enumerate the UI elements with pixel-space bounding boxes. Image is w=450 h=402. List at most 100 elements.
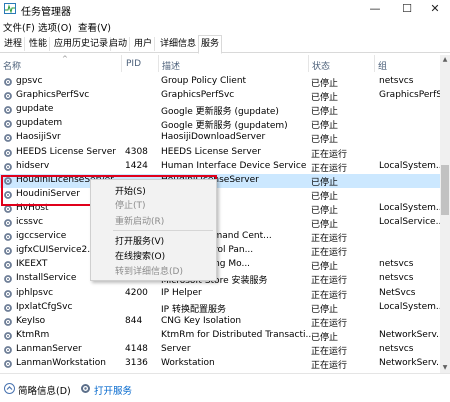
service-description: HEEDS License Server <box>161 146 261 157</box>
minimize-button[interactable]: — <box>360 0 390 18</box>
scrollbar-thumb[interactable] <box>441 165 449 215</box>
menu-item-open-services[interactable]: 打开服务(V) <box>115 234 164 247</box>
service-status: 已停止 <box>311 177 339 188</box>
column-divider[interactable] <box>121 55 122 72</box>
service-gear-icon <box>4 78 12 86</box>
service-name: hidserv <box>16 160 50 171</box>
header-pid[interactable]: PID <box>126 59 141 69</box>
service-status: 已停止 <box>311 332 339 343</box>
menu-item-start[interactable]: 开始(S) <box>115 184 146 197</box>
header-group[interactable]: 组 <box>378 59 387 72</box>
service-group: NetworkServ... <box>379 358 440 368</box>
service-row[interactable]: gupdate Google 更新服务 (gupdate) 已停止 <box>0 103 440 117</box>
sort-caret-icon: ^ <box>62 55 68 63</box>
tab-users[interactable]: 用户 <box>132 37 156 51</box>
service-description: IP 转换配置服务 <box>161 304 226 315</box>
tab-startup[interactable]: 启动 <box>107 37 131 51</box>
tab-processes[interactable]: 进程 <box>2 37 26 51</box>
service-status: 已停止 <box>311 262 339 273</box>
column-divider[interactable] <box>158 55 159 72</box>
close-button[interactable]: ✕ <box>420 0 450 18</box>
service-gear-icon <box>4 303 12 312</box>
menu-separator <box>113 230 213 231</box>
service-pid: 1424 <box>125 160 148 171</box>
service-gear-icon <box>4 120 12 129</box>
service-gear-icon <box>4 92 12 100</box>
service-group: LocalSystem... <box>379 301 440 312</box>
service-row[interactable]: InstallService9304Microsoft Store 安装服务正在… <box>0 272 440 286</box>
service-group: NetworkServ... <box>379 329 440 340</box>
service-row[interactable]: iphlpsvc 4200 IP Helper 正在运行 NetSvcs <box>0 287 440 301</box>
service-gear-icon <box>4 148 12 157</box>
service-gear-icon <box>4 106 12 115</box>
service-name: IpxlatCfgSvc <box>16 301 73 312</box>
service-status: 已停止 <box>311 107 339 118</box>
scroll-up-icon[interactable]: ▲ <box>440 55 450 65</box>
service-row[interactable]: KtmRm KtmRm for Distributed Transacti... 已… <box>0 329 440 343</box>
service-row[interactable]: HaosijiSvr HaosijiDownloadServer 已停止 <box>0 131 440 145</box>
service-row[interactable]: IKEEXTP IPsec Keying Mo...已停止netsvcs <box>0 258 440 272</box>
service-name: gupdate <box>16 104 54 115</box>
fewer-details-button[interactable]: 简略信息(D) <box>18 383 71 397</box>
service-group: LocalSystem... <box>379 160 440 171</box>
service-group: netsvcs <box>379 76 414 86</box>
tab-performance[interactable]: 性能 <box>27 37 51 51</box>
service-row[interactable]: HEEDS License Server 4308 HEEDS License Se… <box>0 146 440 160</box>
service-row[interactable]: hidserv 1424 Human Interface Device Servic… <box>0 160 440 174</box>
column-divider[interactable] <box>308 55 309 72</box>
service-row[interactable]: igccserviceaphics Command Cent...正在运行 <box>0 230 440 244</box>
services-gear-icon <box>81 384 90 393</box>
service-gear-icon <box>4 261 12 270</box>
column-header-row: ^ 名称 PID 描述 状态 组 <box>0 55 440 73</box>
service-status: 已停止 <box>311 93 339 104</box>
service-row[interactable]: gupdatem Google 更新服务 (gupdatem) 已停止 <box>0 117 440 131</box>
service-group: netsvcs <box>379 273 414 284</box>
menu-bar: 文件(F) 选项(O) 查看(V) <box>0 18 450 35</box>
menu-file[interactable]: 文件(F) <box>3 20 35 34</box>
service-row[interactable]: igfxCUIService2.0.0.0aphics Control Pan.… <box>0 244 440 258</box>
service-row[interactable]: GraphicsPerfSvc GraphicsPerfSvc 已停止 Graphic… <box>0 89 440 103</box>
service-status: 已停止 <box>311 304 339 315</box>
service-pid: 4308 <box>125 146 148 157</box>
service-row[interactable]: icssvc动热点服务已停止LocalService... <box>0 216 440 230</box>
tab-services[interactable]: 服务 <box>198 35 223 54</box>
service-gear-icon <box>4 247 12 256</box>
column-divider[interactable] <box>374 55 375 72</box>
vertical-scrollbar[interactable]: ▲ ▼ <box>440 55 450 373</box>
service-status: 正在运行 <box>311 361 348 371</box>
menu-view[interactable]: 查看(V) <box>78 20 111 34</box>
title-bar: 任务管理器 — ☐ ✕ <box>0 0 450 18</box>
service-row[interactable]: gpsvc Group Policy Client 已停止 netsvcs <box>0 75 440 89</box>
service-description: Human Interface Device Service <box>161 160 307 171</box>
scroll-down-icon[interactable]: ▼ <box>440 363 450 373</box>
service-description: GraphicsPerfSvc <box>161 90 235 101</box>
menu-item-search-online[interactable]: 在线搜索(O) <box>115 249 165 262</box>
service-status: 正在运行 <box>311 149 348 160</box>
open-services-link[interactable]: 打开服务 <box>94 383 132 397</box>
service-name: LanmanWorkstation <box>16 358 106 368</box>
service-group: GraphicsPerfSvc <box>379 90 440 101</box>
service-pid: 4200 <box>125 287 148 298</box>
service-group: netsvcs <box>379 343 414 354</box>
service-gear-icon <box>4 345 12 354</box>
service-row[interactable]: KeyIso 844 CNG Key Isolation 正在运行 <box>0 315 440 329</box>
service-row[interactable]: LanmanWorkstation 3136 Workstation 正在运行 Netw… <box>0 357 440 371</box>
tab-bar: 进程 性能 应用历史记录 启动 用户 详细信息 服务 <box>0 35 450 54</box>
menu-item-go-to-details: 转到详细信息(D) <box>115 267 183 277</box>
service-group: LocalSystem... <box>379 202 440 213</box>
tab-app-history[interactable]: 应用历史记录 <box>52 37 112 51</box>
service-gear-icon <box>4 289 12 298</box>
service-name: KtmRm <box>16 329 50 340</box>
service-row[interactable]: IpxlatCfgSvc IP 转换配置服务 已停止 LocalSystem... <box>0 301 440 315</box>
collapse-chevron-icon[interactable] <box>4 383 15 394</box>
service-description: IP Helper <box>161 287 202 298</box>
service-row[interactable]: LanmanServer 4148 Server 正在运行 netsvcs <box>0 343 440 357</box>
tab-details[interactable]: 详细信息 <box>158 37 200 51</box>
menu-options[interactable]: 选项(O) <box>38 20 72 34</box>
header-status[interactable]: 状态 <box>312 59 330 72</box>
service-status: 正在运行 <box>311 248 348 259</box>
maximize-button[interactable]: ☐ <box>392 0 422 18</box>
service-group: LocalService... <box>379 217 440 227</box>
header-description[interactable]: 描述 <box>162 59 180 72</box>
header-name[interactable]: 名称 <box>3 59 21 72</box>
